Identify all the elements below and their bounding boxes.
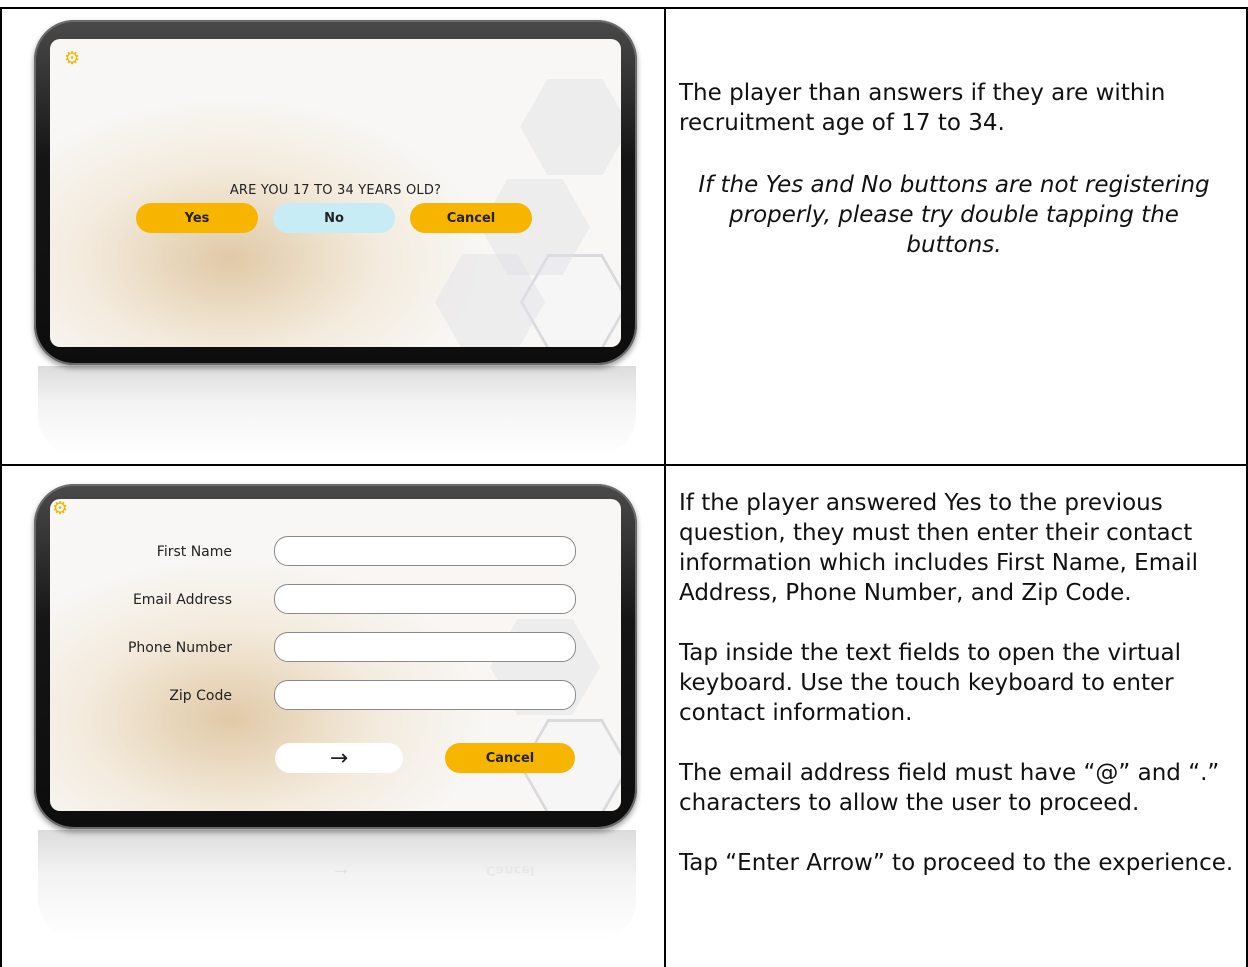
age-question: ARE YOU 17 TO 34 YEARS OLD? [229, 183, 442, 198]
enter-arrow-button[interactable]: → [275, 743, 403, 773]
first-name-field[interactable] [274, 536, 576, 566]
table-row-divider [0, 464, 1248, 466]
description-paragraph: Tap “Enter Arrow” to proceed to the expe… [679, 850, 1234, 876]
zip-code-field[interactable] [274, 680, 576, 710]
tablet-frame: ⚙ ARE YOU 17 TO 34 YEARS OLD? Yes No Can… [34, 20, 637, 365]
tablet-screen: ⚙ First Name Email Address Phone Number … [50, 499, 621, 811]
yes-button[interactable]: Yes [136, 203, 258, 233]
tablet-frame: ⚙ First Name Email Address Phone Number … [34, 484, 637, 829]
tablet-screen: ⚙ ARE YOU 17 TO 34 YEARS OLD? Yes No Can… [50, 39, 621, 347]
document-table: ⚙ ARE YOU 17 TO 34 YEARS OLD? Yes No Can… [0, 0, 1248, 967]
no-button[interactable]: No [273, 203, 395, 233]
hexagon-decoration [520, 79, 621, 175]
first-name-label: First Name [156, 544, 232, 560]
cancel-button[interactable]: Cancel [445, 743, 575, 773]
device-reflection [38, 830, 636, 940]
gear-icon[interactable]: ⚙ [52, 499, 68, 517]
table-border-top [0, 7, 1248, 9]
email-label: Email Address [132, 592, 232, 608]
phone-field[interactable] [274, 632, 576, 662]
description-paragraph: The email address field must have “@” an… [679, 760, 1220, 816]
reflected-cancel: Cancel [486, 862, 535, 877]
description-note: If the Yes and No buttons are not regist… [698, 172, 1210, 258]
table-column-divider [664, 7, 666, 967]
cancel-button[interactable]: Cancel [410, 203, 532, 233]
gear-icon[interactable]: ⚙ [64, 49, 80, 67]
phone-label: Phone Number [127, 640, 232, 656]
table-border-left [0, 7, 2, 967]
email-field[interactable] [274, 584, 576, 614]
device-reflection [38, 366, 636, 456]
description-paragraph: If the player answered Yes to the previo… [679, 490, 1198, 606]
description-cell: The player than answers if they are with… [679, 78, 1229, 260]
description-paragraph: The player than answers if they are with… [679, 80, 1166, 136]
zip-code-label: Zip Code [169, 688, 232, 704]
reflected-arrow: → [331, 858, 351, 880]
arrow-right-icon: → [329, 745, 349, 771]
description-paragraph: Tap inside the text fields to open the v… [679, 640, 1182, 726]
description-cell: If the player answered Yes to the previo… [679, 488, 1234, 878]
